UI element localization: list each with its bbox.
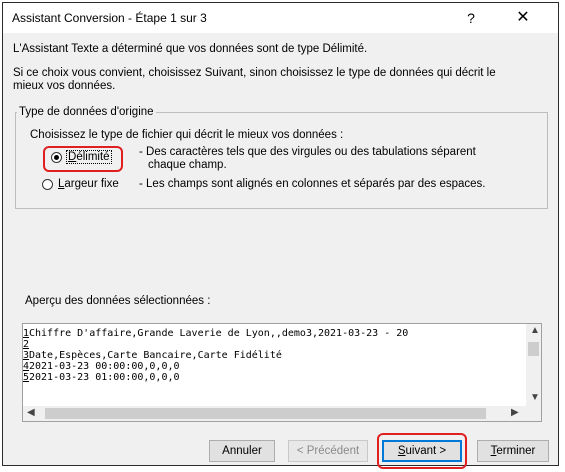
horizontal-scroll-thumb[interactable] (45, 408, 486, 419)
preview-row: 42021-03-23 00:00:00,0,0,0 (23, 361, 180, 372)
close-button[interactable]: ✕ (507, 6, 539, 30)
scroll-left-icon[interactable]: ◀ (27, 407, 35, 418)
group-prompt: Choisissez le type de fichier qui décrit… (30, 129, 344, 141)
delimite-description-1: - Des caractères tels que des virgules o… (139, 146, 476, 158)
scroll-right-icon[interactable]: ▶ (511, 407, 519, 418)
window-title: Assistant Conversion - Étape 1 sur 3 (12, 11, 207, 25)
scroll-down-icon[interactable]: ▼ (530, 392, 540, 403)
preview-row: 1Chiffre D'affaire,Grande Laverie de Lyo… (23, 328, 409, 339)
previous-button[interactable]: < Précédent (288, 440, 368, 462)
help-button[interactable]: ? (455, 6, 487, 30)
preview-row: 2 (23, 339, 30, 350)
cancel-button[interactable]: Annuler (209, 440, 275, 462)
scroll-up-icon[interactable]: ▲ (530, 325, 540, 336)
intro-text-2b: mieux vos données. (13, 80, 116, 92)
preview-row: 52021-03-23 01:00:00,0,0,0 (23, 372, 180, 383)
data-preview[interactable]: 1Chiffre D'affaire,Grande Laverie de Lyo… (22, 323, 542, 422)
highlight-delimite (43, 146, 123, 172)
radio-largeur-fixe-indicator[interactable] (42, 179, 53, 190)
preview-row: 3Date,Espèces,Carte Bancaire,Carte Fidél… (23, 350, 282, 361)
scrollbar-corner (526, 406, 541, 421)
finish-button[interactable]: Terminer (477, 440, 549, 462)
delimite-description-2: chaque champ. (148, 159, 227, 171)
intro-text-1: L'Assistant Texte a déterminé que vos do… (13, 43, 368, 55)
preview-label: Aperçu des données sélectionnées : (25, 295, 211, 307)
group-legend: Type de données d'origine (17, 106, 156, 118)
intro-text-2a: Si ce choix vous convient, choisissez Su… (13, 67, 496, 79)
vertical-scrollbar[interactable]: ▲ ▼ (526, 324, 541, 406)
largeur-fixe-description: - Les champs sont alignés en colonnes et… (139, 178, 486, 190)
conversion-wizard-dialog: Assistant Conversion - Étape 1 sur 3 ? ✕… (2, 2, 559, 469)
radio-largeur-fixe-label-rest: argeur fixe (64, 178, 119, 190)
title-bar: Assistant Conversion - Étape 1 sur 3 ? ✕ (3, 3, 558, 33)
horizontal-scrollbar[interactable]: ◀ ▶ (23, 406, 526, 421)
highlight-next (377, 433, 467, 469)
finish-button-label-rest: erminer (496, 445, 536, 457)
vertical-scroll-thumb[interactable] (528, 342, 539, 356)
radio-largeur-fixe-label[interactable]: Largeur fixe (58, 178, 119, 190)
